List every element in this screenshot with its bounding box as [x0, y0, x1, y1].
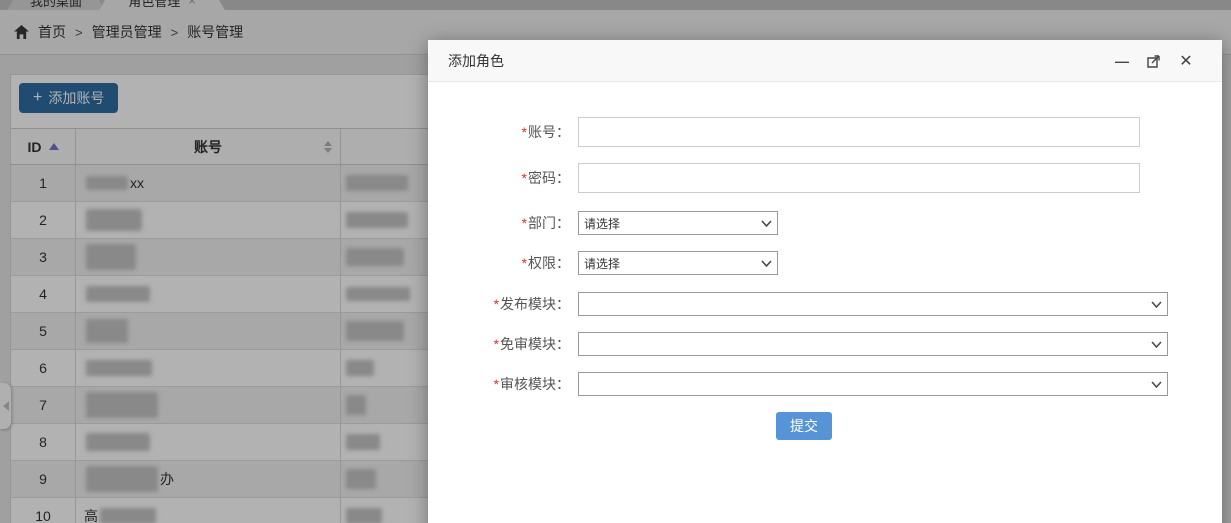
required-marker: * — [522, 170, 527, 186]
field-label: 权限： — [528, 255, 570, 271]
window-controls: — ✕ — [1114, 53, 1194, 69]
form-row-permission: *权限： 请选择 — [428, 251, 778, 275]
dialog-header[interactable]: 添加角色 — ✕ — [428, 40, 1222, 82]
form-row-review-module: *审核模块： — [428, 372, 1168, 396]
publish-module-select[interactable] — [578, 292, 1168, 316]
department-select[interactable]: 请选择 — [578, 211, 778, 235]
chevron-down-icon — [1151, 341, 1162, 348]
dialog-title: 添加角色 — [448, 51, 504, 71]
selected-value: 请选择 — [584, 215, 757, 232]
chevron-down-icon — [761, 220, 772, 227]
minimize-icon[interactable]: — — [1114, 53, 1130, 69]
account-input[interactable] — [578, 117, 1140, 147]
required-marker: * — [522, 124, 527, 140]
form-row-publish-module: *发布模块： — [428, 292, 1168, 316]
selected-value: 请选择 — [584, 255, 757, 272]
chevron-down-icon — [1151, 381, 1162, 388]
required-marker: * — [494, 336, 499, 352]
required-marker: * — [522, 255, 527, 271]
exempt-review-module-select[interactable] — [578, 332, 1168, 356]
field-label: 免审模块： — [500, 336, 570, 352]
chevron-down-icon — [1151, 301, 1162, 308]
review-module-select[interactable] — [578, 372, 1168, 396]
field-label: 审核模块： — [500, 376, 570, 392]
submit-button[interactable]: 提交 — [776, 412, 832, 440]
close-icon[interactable]: ✕ — [1178, 53, 1194, 69]
field-label: 发布模块： — [500, 296, 570, 312]
dialog-body: *账号： *密码： *部门： 请选择 *权限： 请选择 *发布模块： — [428, 82, 1222, 523]
form-row-password: *密码： — [428, 163, 1140, 193]
chevron-down-icon — [761, 260, 772, 267]
field-label: 部门： — [528, 215, 570, 231]
password-input[interactable] — [578, 163, 1140, 193]
maximize-icon[interactable] — [1146, 53, 1162, 69]
add-role-dialog: 添加角色 — ✕ *账号： *密码： *部门： 请选择 — [428, 40, 1222, 523]
required-marker: * — [494, 296, 499, 312]
form-row-exempt-review-module: *免审模块： — [428, 332, 1168, 356]
field-label: 密码： — [528, 170, 570, 186]
form-row-account: *账号： — [428, 117, 1140, 147]
field-label: 账号： — [528, 124, 570, 140]
permission-select[interactable]: 请选择 — [578, 251, 778, 275]
required-marker: * — [522, 215, 527, 231]
form-row-department: *部门： 请选择 — [428, 211, 778, 235]
required-marker: * — [494, 376, 499, 392]
